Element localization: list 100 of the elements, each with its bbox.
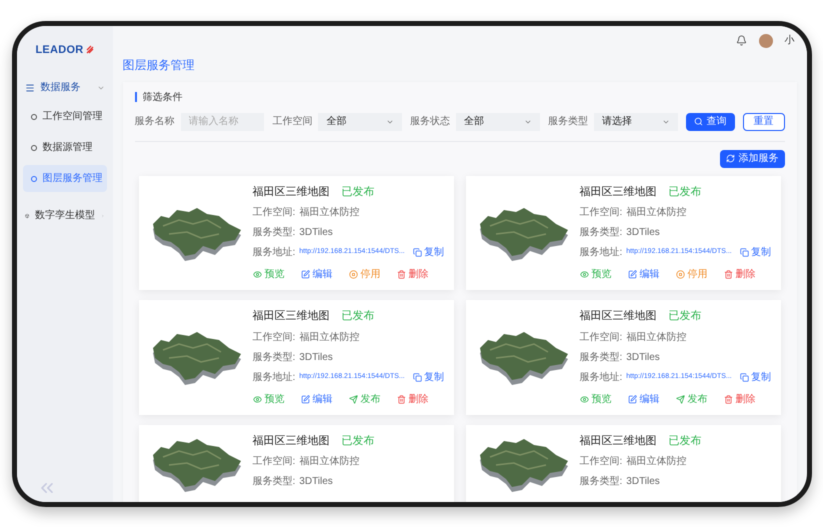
info-value: 福田立体防控: [626, 330, 686, 344]
info-label: 服务类型:: [580, 474, 622, 489]
card-action-button[interactable]: 删除: [724, 267, 756, 282]
card-action-button[interactable]: 停用: [348, 267, 380, 282]
filter-label: 服务类型: [548, 114, 588, 129]
card-action-button[interactable]: 删除: [396, 392, 428, 406]
card-action-button[interactable]: 发布: [676, 392, 708, 406]
info-value: 福田立体防控: [626, 206, 686, 220]
send-icon: [348, 394, 358, 404]
menu-group[interactable]: 数字孪生模型: [16, 202, 112, 229]
info-label: 服务类型:: [580, 226, 622, 240]
copy-button[interactable]: 复制: [740, 370, 771, 384]
service-title: 福田区三维地图: [580, 184, 656, 200]
page-title: 图层服务管理: [122, 56, 196, 74]
info-value: 福田立体防控: [299, 454, 360, 469]
edit-icon: [628, 270, 636, 279]
copy-button[interactable]: 复制: [412, 370, 444, 384]
card-action-button[interactable]: 预览: [252, 267, 284, 282]
info-value: 3DTiles: [626, 226, 660, 240]
card-action-button[interactable]: 编辑: [300, 267, 332, 282]
info-value: 福田立体防控: [626, 454, 686, 469]
menu-group[interactable]: 数据服务: [16, 74, 112, 101]
bullet-icon: [30, 114, 36, 120]
service-title: 福田区三维地图: [580, 434, 656, 448]
info-value: 福田立体防控: [299, 330, 360, 344]
status-label: 已发布: [668, 434, 702, 448]
card-action-button[interactable]: 删除: [396, 267, 428, 282]
info-value: 福田立体防控: [299, 206, 360, 220]
menu-item[interactable]: 数据源管理: [22, 134, 106, 161]
info-label: 工作空间:: [252, 206, 296, 220]
card-action-button[interactable]: 停用: [676, 267, 708, 282]
info-value: 3DTiles: [299, 475, 333, 489]
eye-icon: [252, 394, 262, 404]
menu-item[interactable]: 图层服务管理: [22, 165, 106, 192]
service-title: 福田区三维地图: [252, 184, 330, 200]
info-label: 工作空间:: [252, 454, 296, 469]
info-value: 3DTiles: [626, 475, 660, 489]
info-label: 服务地址:: [580, 370, 622, 384]
status-label: 已发布: [668, 309, 702, 324]
info-value: 3DTiles: [299, 350, 333, 364]
trash-icon: [724, 394, 732, 404]
name-input-field[interactable]: 请输入名称: [180, 112, 264, 130]
card-action-button[interactable]: 删除: [724, 392, 756, 406]
search-button[interactable]: 查询: [686, 112, 734, 130]
card-action-button[interactable]: 编辑: [628, 267, 660, 282]
card-action-button[interactable]: 编辑: [628, 392, 660, 406]
filter-label: 工作空间: [272, 114, 312, 129]
select-field[interactable]: 请选择: [594, 112, 678, 130]
copy-icon: [740, 372, 749, 382]
copy-icon: [412, 372, 422, 382]
bullet-icon: [30, 144, 36, 150]
copy-icon: [740, 248, 749, 257]
status-label: 已发布: [668, 184, 702, 200]
copy-button[interactable]: 复制: [740, 245, 771, 260]
menu-item[interactable]: 工作空间管理: [22, 103, 106, 130]
bullet-icon: [30, 176, 36, 182]
service-title: 福田区三维地图: [580, 308, 656, 324]
info-value: 3DTiles: [626, 350, 660, 364]
status-label: 已发布: [342, 184, 374, 200]
eye-icon: [580, 270, 588, 279]
copy-button[interactable]: 复制: [412, 245, 444, 260]
card-action-button[interactable]: 预览: [252, 392, 284, 406]
select-field[interactable]: 全部: [318, 112, 402, 130]
user-name: 小: [784, 36, 794, 46]
card-action-button[interactable]: 预览: [580, 392, 612, 406]
menu-icon: [24, 82, 34, 92]
service-title: 福田区三维地图: [252, 308, 330, 324]
card-action-button[interactable]: 编辑: [300, 392, 332, 406]
stop-icon: [676, 270, 684, 279]
info-label: 服务类型:: [580, 350, 622, 364]
info-label: 服务地址:: [252, 246, 296, 260]
info-label: 工作空间:: [580, 454, 622, 469]
stop-icon: [348, 270, 358, 279]
status-label: 已发布: [342, 434, 374, 448]
status-label: 已发布: [342, 309, 374, 324]
eye-icon: [252, 270, 262, 279]
info-label: 服务类型:: [252, 226, 296, 240]
trash-icon: [396, 394, 406, 404]
card-action-button[interactable]: 预览: [580, 267, 612, 282]
section-marker: [134, 92, 136, 102]
send-icon: [676, 394, 684, 404]
add-icon: [726, 154, 734, 163]
bell-icon[interactable]: [736, 35, 746, 46]
select-field[interactable]: 全部: [456, 112, 540, 130]
card-action-button[interactable]: 发布: [348, 392, 380, 406]
avatar[interactable]: [758, 34, 772, 48]
info-label: 服务地址:: [580, 246, 622, 260]
reset-button[interactable]: 重置: [742, 112, 784, 130]
filter-label: 服务名称: [134, 115, 174, 129]
info-label: 工作空间:: [580, 206, 622, 220]
add-service-button[interactable]: 添加服务: [720, 150, 784, 168]
edit-icon: [300, 394, 310, 404]
info-label: 服务类型:: [252, 350, 296, 364]
info-label: 服务类型:: [252, 474, 296, 489]
info-label: 工作空间:: [252, 330, 296, 344]
copy-icon: [412, 248, 422, 257]
trash-icon: [724, 270, 732, 279]
eye-icon: [580, 394, 588, 404]
info-label: 工作空间:: [580, 330, 622, 344]
logo-stripes-icon: [86, 45, 94, 54]
